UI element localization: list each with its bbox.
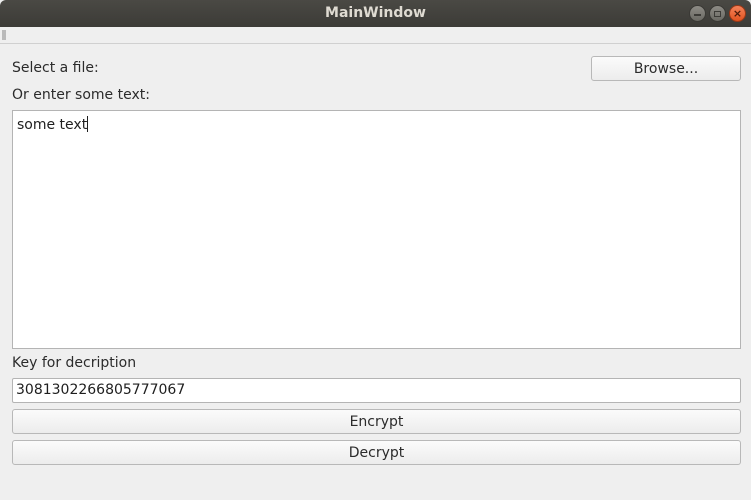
text-input-area[interactable]: some text [12, 110, 741, 349]
decrypt-button[interactable]: Decrypt [12, 440, 741, 465]
key-label: Key for decription [12, 355, 137, 371]
browse-button[interactable]: Browse... [591, 56, 741, 81]
status-bar [0, 482, 751, 500]
close-button[interactable]: × [729, 5, 746, 22]
key-input[interactable]: 3081302266805777067 [12, 378, 741, 403]
toolbar-grip-icon[interactable] [2, 30, 6, 40]
window-title: MainWindow [325, 5, 426, 21]
key-input-value: 3081302266805777067 [16, 382, 186, 398]
encrypt-button[interactable]: Encrypt [12, 409, 741, 434]
minimize-icon [694, 14, 701, 16]
maximize-button[interactable] [709, 5, 726, 22]
title-bar: MainWindow × [0, 0, 751, 27]
select-file-label: Select a file: [12, 60, 99, 76]
enter-text-label: Or enter some text: [12, 87, 150, 103]
maximize-icon [714, 10, 721, 17]
close-icon: × [732, 7, 743, 20]
text-input-value: some text [17, 117, 88, 133]
toolbar [0, 27, 751, 44]
minimize-button[interactable] [689, 5, 706, 22]
text-caret [87, 116, 89, 132]
